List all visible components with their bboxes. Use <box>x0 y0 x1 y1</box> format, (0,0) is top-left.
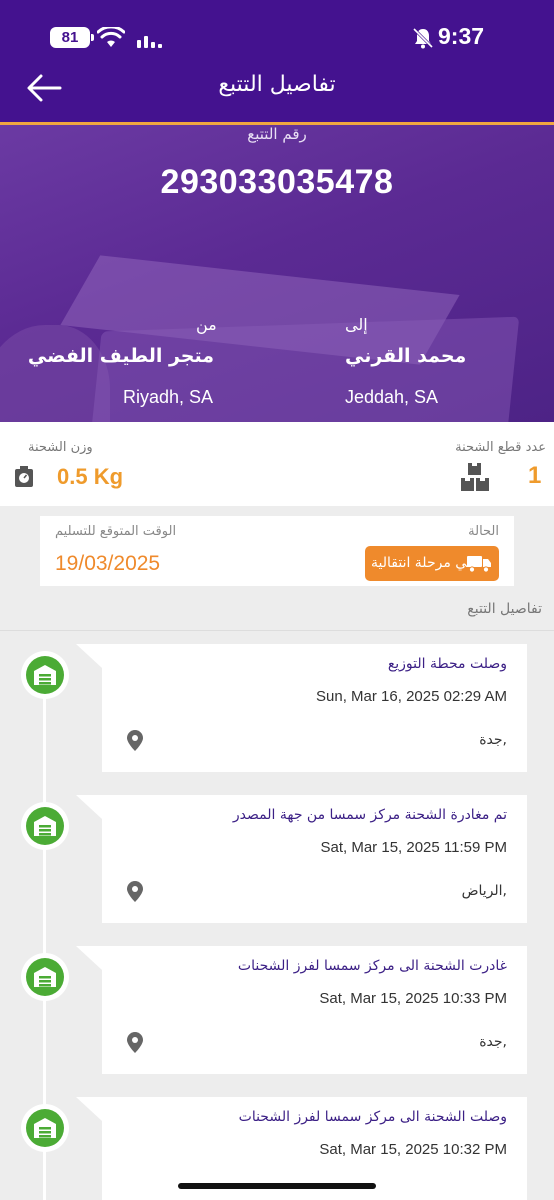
event-city: الرياض, <box>461 883 507 899</box>
status-card: الحالة في مرحلة انتقالية الوقت المتوقع ل… <box>40 516 514 586</box>
timeline-dot <box>21 1104 69 1152</box>
app-header: 81 9:37 تفاصيل التتبع <box>0 0 554 122</box>
event-card: غادرت الشحنة الى مركز سمسا لفرز الشحنات … <box>102 946 527 1074</box>
tracking-number[interactable]: 293033035478 <box>0 163 554 202</box>
clock: 9:37 <box>438 23 485 49</box>
status-label: الحالة <box>468 524 499 539</box>
event-time: Sat, Mar 15, 2025 10:32 PM <box>319 1141 507 1158</box>
timeline-dot <box>21 953 69 1001</box>
recipient-name: محمد القرني <box>345 345 467 367</box>
status-badge[interactable]: في مرحلة انتقالية <box>365 546 499 581</box>
battery-indicator: 81 <box>50 27 94 48</box>
event-time: Sat, Mar 15, 2025 11:59 PM <box>320 839 508 856</box>
event-time: Sat, Mar 15, 2025 10:33 PM <box>319 990 507 1007</box>
sender-name: متجر الطيف الفضي <box>27 345 214 367</box>
card-pointer <box>76 1097 102 1121</box>
recipient-city: Jeddah, SA <box>345 387 439 407</box>
bell-off-icon <box>412 27 434 49</box>
event-city: جدة, <box>479 732 507 748</box>
card-pointer <box>76 946 102 970</box>
weight-label: وزن الشحنة <box>28 440 93 455</box>
shipment-hero: رقم التتبع 293033035478 إلى محمد القرني … <box>0 125 554 422</box>
location-pin-icon <box>127 1032 143 1053</box>
shipment-info-row: عدد قطع الشحنة 1 وزن الشحنة 0.5 Kg <box>0 422 554 506</box>
warehouse-icon <box>34 1118 56 1138</box>
warehouse-icon <box>34 967 56 987</box>
event-card: تم مغادرة الشحنة مركز سمسا من جهة المصدر… <box>102 795 527 923</box>
weight-value: 0.5 Kg <box>57 464 124 489</box>
sender-city: Riyadh, SA <box>123 387 214 407</box>
warehouse-icon <box>34 665 56 685</box>
warehouse-icon <box>34 816 56 836</box>
event-time: Sun, Mar 16, 2025 02:29 AM <box>316 688 507 705</box>
recipient-label: إلى <box>345 315 368 334</box>
boxes-icon <box>461 463 489 491</box>
eta-value: 19/03/2025 <box>55 552 161 575</box>
event-title: وصلت الشحنة الى مركز سمسا لفرز الشحنات <box>238 1109 507 1125</box>
location-pin-icon <box>127 881 143 902</box>
pieces-label: عدد قطع الشحنة <box>455 440 546 455</box>
eta-label: الوقت المتوقع للتسليم <box>55 524 177 539</box>
pieces-value: 1 <box>528 462 542 489</box>
timeline-dot <box>21 651 69 699</box>
location-pin-icon <box>127 730 143 751</box>
timeline-event: تم مغادرة الشحنة مركز سمسا من جهة المصدر… <box>0 795 554 925</box>
section-divider <box>0 630 554 631</box>
card-pointer <box>76 644 102 668</box>
status-bar: 81 9:37 <box>0 0 554 70</box>
tracking-number-label: رقم التتبع <box>247 125 307 143</box>
timeline-event: غادرت الشحنة الى مركز سمسا لفرز الشحنات … <box>0 946 554 1076</box>
event-card: وصلت محطة التوزيع Sun, Mar 16, 2025 02:2… <box>102 644 527 772</box>
tracking-details-title: تفاصيل التتبع <box>467 601 542 617</box>
timeline-dot <box>21 802 69 850</box>
event-title: تم مغادرة الشحنة مركز سمسا من جهة المصدر <box>232 807 507 823</box>
page-title: تفاصيل التتبع <box>218 72 336 97</box>
event-title: وصلت محطة التوزيع <box>387 656 507 672</box>
signal-icon <box>137 36 162 48</box>
wifi-icon <box>97 27 125 47</box>
sender-label: من <box>196 315 217 334</box>
event-city: جدة, <box>479 1034 507 1050</box>
card-pointer <box>76 795 102 819</box>
event-title: غادرت الشحنة الى مركز سمسا لفرز الشحنات <box>237 958 507 974</box>
home-indicator[interactable] <box>178 1183 376 1189</box>
timeline-event: وصلت محطة التوزيع Sun, Mar 16, 2025 02:2… <box>0 644 554 774</box>
scale-icon <box>15 466 33 487</box>
status-badge-label: في مرحلة انتقالية <box>371 555 474 571</box>
